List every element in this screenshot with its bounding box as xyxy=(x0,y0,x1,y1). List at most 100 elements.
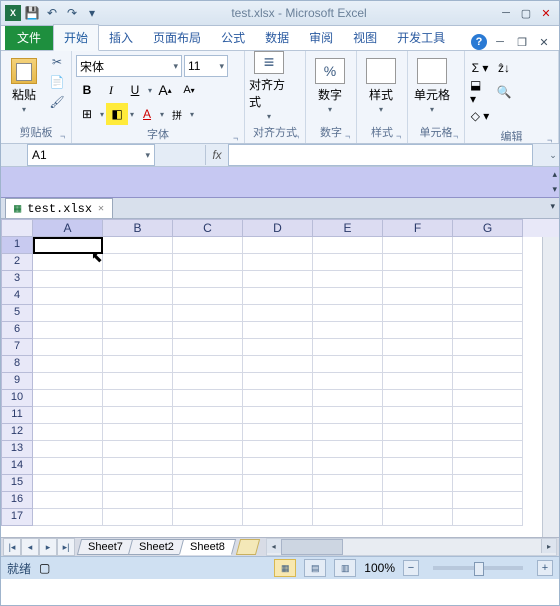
cell-E15[interactable] xyxy=(313,475,383,492)
cell-G17[interactable] xyxy=(453,509,523,526)
formula-bar-expand-icon[interactable]: ⌄ xyxy=(547,150,559,161)
cell-F13[interactable] xyxy=(383,441,453,458)
cell-G14[interactable] xyxy=(453,458,523,475)
cell-A13[interactable] xyxy=(33,441,103,458)
cell-B8[interactable] xyxy=(103,356,173,373)
cell-D13[interactable] xyxy=(243,441,313,458)
cell-B5[interactable] xyxy=(103,305,173,322)
cell-E4[interactable] xyxy=(313,288,383,305)
column-header-F[interactable]: F xyxy=(383,219,453,237)
formula-input[interactable] xyxy=(228,144,533,166)
cell-E13[interactable] xyxy=(313,441,383,458)
cell-A10[interactable] xyxy=(33,390,103,407)
tab-file[interactable]: 文件 xyxy=(5,26,53,50)
cell-D4[interactable] xyxy=(243,288,313,305)
tab-developer[interactable]: 开发工具 xyxy=(387,25,455,50)
cell-E8[interactable] xyxy=(313,356,383,373)
cell-F17[interactable] xyxy=(383,509,453,526)
cell-G2[interactable] xyxy=(453,254,523,271)
cell-B2[interactable] xyxy=(103,254,173,271)
shrink-font-button[interactable]: A▾ xyxy=(178,79,200,101)
qat-redo-icon[interactable]: ↷ xyxy=(63,4,81,22)
mdi-minimize-button[interactable]: ─ xyxy=(491,34,509,50)
cell-G1[interactable] xyxy=(453,237,523,254)
tab-layout[interactable]: 页面布局 xyxy=(143,25,211,50)
cell-F9[interactable] xyxy=(383,373,453,390)
cell-B9[interactable] xyxy=(103,373,173,390)
row-header-4[interactable]: 4 xyxy=(1,288,33,305)
new-sheet-button[interactable] xyxy=(235,539,259,555)
window-maximize-button[interactable]: ▢ xyxy=(517,5,535,21)
cell-F14[interactable] xyxy=(383,458,453,475)
cell-F10[interactable] xyxy=(383,390,453,407)
cell-G11[interactable] xyxy=(453,407,523,424)
window-close-button[interactable]: ✕ xyxy=(537,5,555,21)
phonetic-button[interactable]: 拼 xyxy=(166,103,188,125)
cell-G8[interactable] xyxy=(453,356,523,373)
column-header-B[interactable]: B xyxy=(103,219,173,237)
cell-B14[interactable] xyxy=(103,458,173,475)
zoom-in-button[interactable]: + xyxy=(537,560,553,576)
row-header-15[interactable]: 15 xyxy=(1,475,33,492)
row-header-8[interactable]: 8 xyxy=(1,356,33,373)
cell-B7[interactable] xyxy=(103,339,173,356)
sheet-tab-Sheet8[interactable]: Sheet8 xyxy=(179,539,236,555)
zoom-level[interactable]: 100% xyxy=(364,561,395,575)
number-button[interactable]: 数字▾ xyxy=(310,53,350,119)
cell-A7[interactable] xyxy=(33,339,103,356)
cell-B17[interactable] xyxy=(103,509,173,526)
cell-C7[interactable] xyxy=(173,339,243,356)
column-header-C[interactable]: C xyxy=(173,219,243,237)
row-header-7[interactable]: 7 xyxy=(1,339,33,356)
row-header-17[interactable]: 17 xyxy=(1,509,33,526)
cell-D9[interactable] xyxy=(243,373,313,390)
sheet-nav-next[interactable]: ▸ xyxy=(39,538,57,556)
cell-A4[interactable] xyxy=(33,288,103,305)
sheet-nav-last[interactable]: ▸| xyxy=(57,538,75,556)
cell-C4[interactable] xyxy=(173,288,243,305)
qat-dropdown-icon[interactable]: ▾ xyxy=(83,4,101,22)
name-box[interactable]: A1▾ xyxy=(27,144,155,166)
cell-D8[interactable] xyxy=(243,356,313,373)
cell-D6[interactable] xyxy=(243,322,313,339)
tab-formulas[interactable]: 公式 xyxy=(211,25,255,50)
font-color-button[interactable]: A xyxy=(136,103,158,125)
cell-C6[interactable] xyxy=(173,322,243,339)
italic-button[interactable]: I xyxy=(100,79,122,101)
row-header-9[interactable]: 9 xyxy=(1,373,33,390)
sheet-nav-first[interactable]: |◂ xyxy=(3,538,21,556)
hscroll-right-icon[interactable]: ▸ xyxy=(541,539,556,553)
row-header-3[interactable]: 3 xyxy=(1,271,33,288)
cell-G6[interactable] xyxy=(453,322,523,339)
cell-E5[interactable] xyxy=(313,305,383,322)
fill-button[interactable]: ⬓ ▾ xyxy=(469,81,491,103)
mdi-close-button[interactable]: ✕ xyxy=(535,34,553,50)
column-header-D[interactable]: D xyxy=(243,219,313,237)
cell-D17[interactable] xyxy=(243,509,313,526)
cell-F16[interactable] xyxy=(383,492,453,509)
cell-E16[interactable] xyxy=(313,492,383,509)
vertical-scrollbar[interactable] xyxy=(542,237,559,537)
cell-B12[interactable] xyxy=(103,424,173,441)
row-header-10[interactable]: 10 xyxy=(1,390,33,407)
sheet-tab-Sheet2[interactable]: Sheet2 xyxy=(128,539,185,555)
cell-F6[interactable] xyxy=(383,322,453,339)
cell-C5[interactable] xyxy=(173,305,243,322)
cell-A3[interactable] xyxy=(33,271,103,288)
styles-button[interactable]: 样式▾ xyxy=(361,53,401,119)
cell-B15[interactable] xyxy=(103,475,173,492)
cell-B11[interactable] xyxy=(103,407,173,424)
cell-E7[interactable] xyxy=(313,339,383,356)
scroll-up-icon[interactable]: ▴ xyxy=(552,169,557,180)
cell-E12[interactable] xyxy=(313,424,383,441)
cell-G10[interactable] xyxy=(453,390,523,407)
cell-C12[interactable] xyxy=(173,424,243,441)
cell-D14[interactable] xyxy=(243,458,313,475)
tab-view[interactable]: 视图 xyxy=(343,25,387,50)
fx-button[interactable]: fx xyxy=(205,145,228,165)
macro-record-icon[interactable]: ▢ xyxy=(39,561,50,575)
cell-D10[interactable] xyxy=(243,390,313,407)
workbook-tab-close-icon[interactable]: ✕ xyxy=(98,203,104,215)
cell-G16[interactable] xyxy=(453,492,523,509)
font-name-combo[interactable]: 宋体▾ xyxy=(76,55,182,77)
